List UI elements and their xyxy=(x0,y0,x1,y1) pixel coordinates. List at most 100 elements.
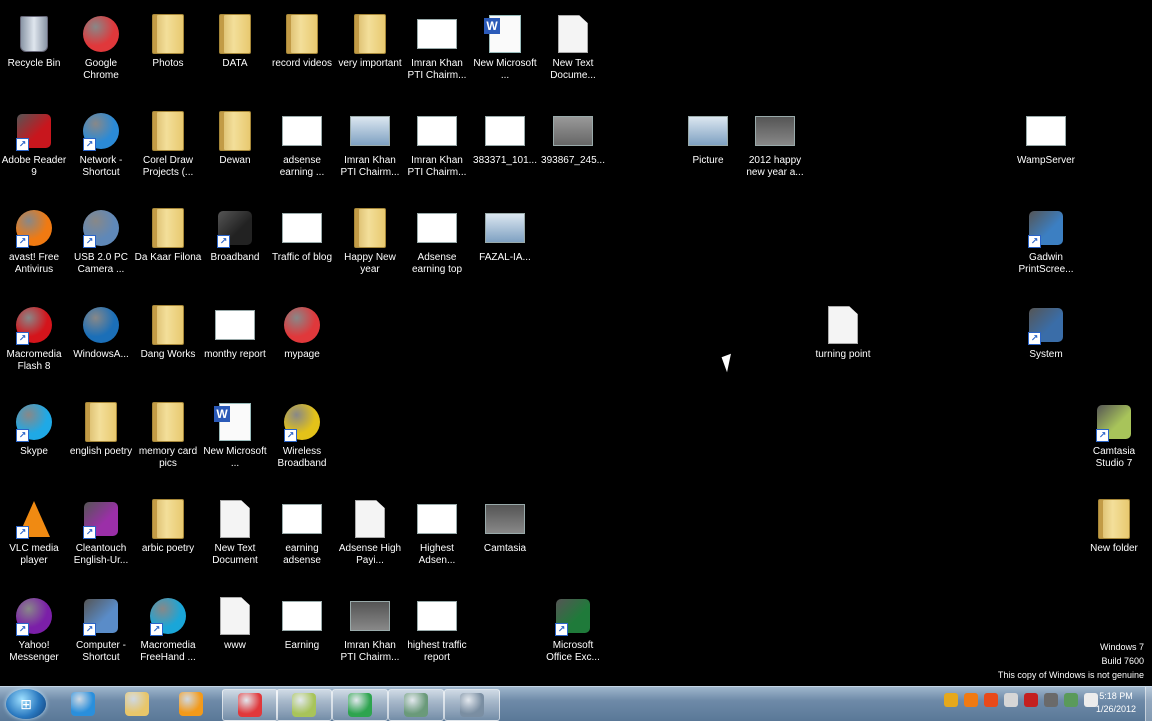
camtasia-recorder-icon xyxy=(348,693,372,717)
folder-icon xyxy=(148,499,188,539)
desktop-icon[interactable]: memory card pics xyxy=(134,398,202,470)
magnifier-document-icon xyxy=(350,499,390,539)
taskbar-button[interactable] xyxy=(388,689,444,721)
desktop-icon[interactable]: Highest Adsen... xyxy=(403,495,471,567)
desktop-icon[interactable]: Imran Khan PTI Chairm... xyxy=(403,107,471,179)
desktop-icon[interactable]: Adsense High Payi... xyxy=(336,495,404,567)
desktop-icon-label: avast! Free Antivirus xyxy=(8,252,60,275)
desktop-icon[interactable]: ↗ Macromedia Flash 8 xyxy=(0,301,68,373)
network-tray-icon[interactable] xyxy=(944,693,958,707)
desktop-icon[interactable]: DATA xyxy=(201,10,269,70)
desktop-icon[interactable]: 2012 happy new year a... xyxy=(741,107,809,179)
desktop-icon[interactable]: ↗ VLC media player xyxy=(0,495,68,567)
taskbar-button[interactable] xyxy=(276,689,332,721)
taskbar-button[interactable] xyxy=(164,689,218,719)
avast-tray-icon[interactable] xyxy=(964,693,978,707)
desktop-icon[interactable]: Imran Khan PTI Chairm... xyxy=(403,10,471,82)
desktop-icon[interactable]: ↗ Camtasia Studio 7 xyxy=(1080,398,1148,470)
desktop-icon[interactable]: Traffic of blog xyxy=(268,204,336,264)
camtasia-tray-icon[interactable] xyxy=(1064,693,1078,707)
desktop-icon[interactable]: Corel Draw Projects (... xyxy=(134,107,202,179)
desktop-icon[interactable]: www xyxy=(201,592,269,652)
desktop-icon[interactable]: New folder xyxy=(1080,495,1148,555)
image-thumbnail-icon xyxy=(485,208,525,248)
desktop-icon[interactable]: WampServer xyxy=(1012,107,1080,167)
desktop-icon[interactable]: 393867_245... xyxy=(539,107,607,167)
desktop-icon[interactable]: ↗ Microsoft Office Exc... xyxy=(539,592,607,664)
desktop-icon[interactable]: New Text Document xyxy=(201,495,269,567)
evo-broadband-icon: ↗ xyxy=(215,208,255,248)
desktop-icon[interactable]: english poetry xyxy=(67,398,135,458)
desktop-icon[interactable]: record videos xyxy=(268,10,336,70)
desktop-icon[interactable]: adsense earning ... xyxy=(268,107,336,179)
desktop-icon[interactable]: Imran Khan PTI Chairm... xyxy=(336,107,404,179)
desktop-icon-label: New Microsoft ... xyxy=(473,58,537,81)
yahoo-tray-icon[interactable] xyxy=(984,693,998,707)
taskbar-button[interactable] xyxy=(110,689,164,719)
desktop-icon[interactable]: Dang Works xyxy=(134,301,202,361)
desktop-icon[interactable]: New Microsoft ... xyxy=(471,10,539,82)
safely-remove-tray-icon[interactable] xyxy=(1004,693,1018,707)
desktop-icon[interactable]: 383371_101... xyxy=(471,107,539,167)
desktop-icon[interactable]: Adsense earning top xyxy=(403,204,471,276)
desktop-icon[interactable]: ↗ avast! Free Antivirus xyxy=(0,204,68,276)
chrome-icon xyxy=(238,693,262,717)
desktop-icon[interactable]: Google Chrome xyxy=(67,10,135,82)
taskbar-button[interactable] xyxy=(222,689,278,721)
desktop-icon[interactable]: monthy report xyxy=(201,301,269,361)
desktop-icon[interactable]: mypage xyxy=(268,301,336,361)
desktop-icon[interactable]: Recycle Bin xyxy=(0,10,68,70)
desktop-icon[interactable]: FAZAL-IA... xyxy=(471,204,539,264)
desktop-icon[interactable]: ↗ USB 2.0 PC Camera ... xyxy=(67,204,135,276)
image-thumbnail-icon xyxy=(282,208,322,248)
desktop-icon[interactable]: ↗ Skype xyxy=(0,398,68,458)
shortcut-arrow-icon: ↗ xyxy=(16,235,29,248)
desktop-icon[interactable]: Earning xyxy=(268,592,336,652)
start-button[interactable]: ⊞ xyxy=(6,689,46,719)
desktop-icon[interactable]: Imran Khan PTI Chairm... xyxy=(336,592,404,664)
desktop-icon[interactable]: WindowsA... xyxy=(67,301,135,361)
desktop-icon[interactable]: ↗ Adobe Reader 9 xyxy=(0,107,68,179)
text-document-icon xyxy=(553,14,593,54)
desktop-icon[interactable]: very important xyxy=(336,10,404,70)
desktop-icon[interactable]: ↗ Computer - Shortcut xyxy=(67,592,135,664)
desktop-icon[interactable]: ↗ Wireless Broadband xyxy=(268,398,336,470)
desktop-icon[interactable]: Da Kaar Filona xyxy=(134,204,202,264)
image-thumbnail-icon xyxy=(485,111,525,151)
action-center-tray-icon[interactable] xyxy=(1024,693,1038,707)
desktop-icon[interactable]: Photos xyxy=(134,10,202,70)
desktop-icon-label: adsense earning ... xyxy=(279,155,325,178)
desktop-icon[interactable]: ↗ Macromedia FreeHand ... xyxy=(134,592,202,664)
desktop-icon[interactable]: highest traffic report xyxy=(403,592,471,664)
desktop-icon[interactable]: ↗ System xyxy=(1012,301,1080,361)
desktop-icon[interactable]: ↗ Network - Shortcut xyxy=(67,107,135,179)
desktop-icon[interactable]: New Text Docume... xyxy=(539,10,607,82)
desktop-icon-label: New Text Docume... xyxy=(550,58,596,81)
desktop-icon[interactable]: Happy New year xyxy=(336,204,404,276)
desktop-icon[interactable]: Dewan xyxy=(201,107,269,167)
desktop-icon[interactable]: ↗ Gadwin PrintScree... xyxy=(1012,204,1080,276)
folder-icon xyxy=(350,208,390,248)
windows-star-icon xyxy=(81,305,121,345)
desktop-icon[interactable]: turning point xyxy=(809,301,877,361)
taskbar-button[interactable] xyxy=(444,689,500,721)
desktop-icon[interactable]: ↗ Cleantouch English-Ur... xyxy=(67,495,135,567)
clock[interactable]: 5:18 PM 1/26/2012 xyxy=(1088,690,1144,716)
desktop-icon-label: Adsense High Payi... xyxy=(338,543,402,566)
desktop-icon[interactable]: New Microsoft ... xyxy=(201,398,269,470)
desktop-icon[interactable]: Camtasia xyxy=(471,495,539,555)
taskbar-button[interactable] xyxy=(332,689,388,721)
desktop-icon[interactable]: ↗ Broadband xyxy=(201,204,269,264)
folder-icon xyxy=(215,14,255,54)
taskbar: ⊞ 5:18 PM 1/26/2012 xyxy=(0,686,1152,721)
network-globe-icon: ↗ xyxy=(81,111,121,151)
desktop-icon-label: FAZAL-IA... xyxy=(479,252,531,263)
desktop-icon[interactable]: ↗ Yahoo! Messenger xyxy=(0,592,68,664)
desktop-icon-label: Macromedia FreeHand ... xyxy=(140,640,196,663)
taskbar-button[interactable] xyxy=(56,689,110,719)
desktop-icon[interactable]: Picture xyxy=(674,107,742,167)
desktop-icon[interactable]: earning adsense xyxy=(268,495,336,567)
desktop-icon[interactable]: arbic poetry xyxy=(134,495,202,555)
show-desktop-button[interactable] xyxy=(1145,687,1152,721)
broadband-tray-icon[interactable] xyxy=(1044,693,1058,707)
